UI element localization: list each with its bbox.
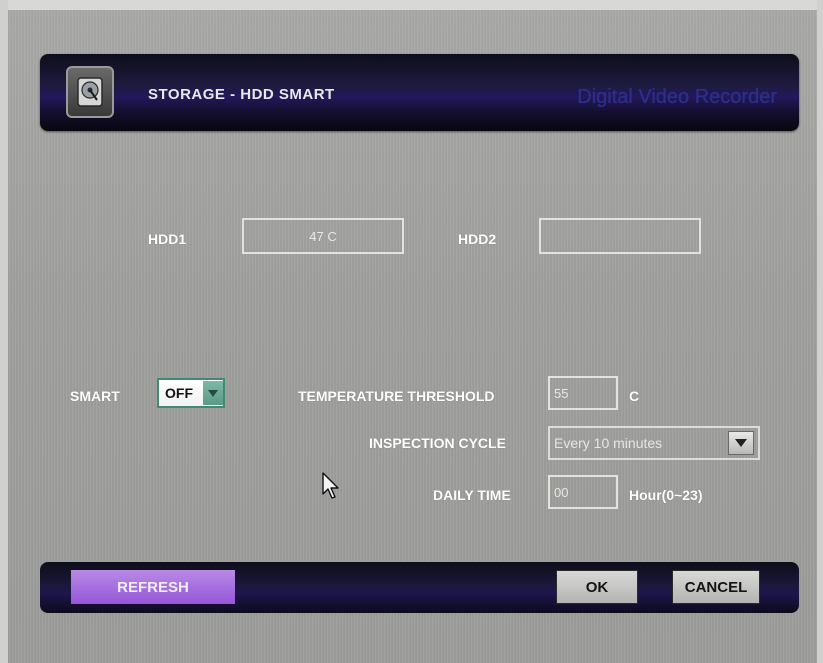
daily-time-unit: Hour(0~23)	[629, 487, 703, 503]
chevron-down-icon[interactable]	[728, 431, 754, 455]
cancel-button[interactable]: CANCEL	[672, 570, 760, 604]
smart-select[interactable]: OFF	[157, 378, 225, 408]
screen-border-left	[0, 0, 8, 663]
daily-time-input[interactable]: 00	[548, 475, 618, 509]
hdd2-temp-field	[539, 218, 701, 254]
brand-title: Digital Video Recorder	[577, 86, 777, 108]
temperature-threshold-input[interactable]: 55	[548, 376, 618, 410]
screen-border-right	[817, 0, 823, 663]
ok-button[interactable]: OK	[556, 570, 638, 604]
refresh-button[interactable]: REFRESH	[71, 570, 235, 604]
hdd1-temp-field: 47 C	[242, 218, 404, 254]
hdd-icon	[66, 66, 114, 118]
daily-time-label: DAILY TIME	[433, 487, 511, 503]
chevron-down-icon[interactable]	[203, 381, 223, 405]
inspection-cycle-select[interactable]: Every 10 minutes	[548, 426, 760, 460]
inspection-cycle-selected-value: Every 10 minutes	[554, 435, 663, 451]
inspection-cycle-label: INSPECTION CYCLE	[369, 435, 506, 451]
smart-label: SMART	[70, 388, 120, 404]
screen-border-top	[0, 0, 823, 10]
temperature-unit: C	[629, 388, 640, 404]
mouse-pointer-icon	[322, 472, 340, 505]
smart-selected-value: OFF	[165, 385, 193, 401]
hdd2-label: HDD2	[458, 231, 497, 247]
page-title: STORAGE - HDD SMART	[148, 86, 335, 103]
hdd1-label: HDD1	[148, 231, 187, 247]
temperature-threshold-label: TEMPERATURE THRESHOLD	[298, 388, 495, 404]
dvr-screen: STORAGE - HDD SMART Digital Video Record…	[0, 0, 823, 663]
